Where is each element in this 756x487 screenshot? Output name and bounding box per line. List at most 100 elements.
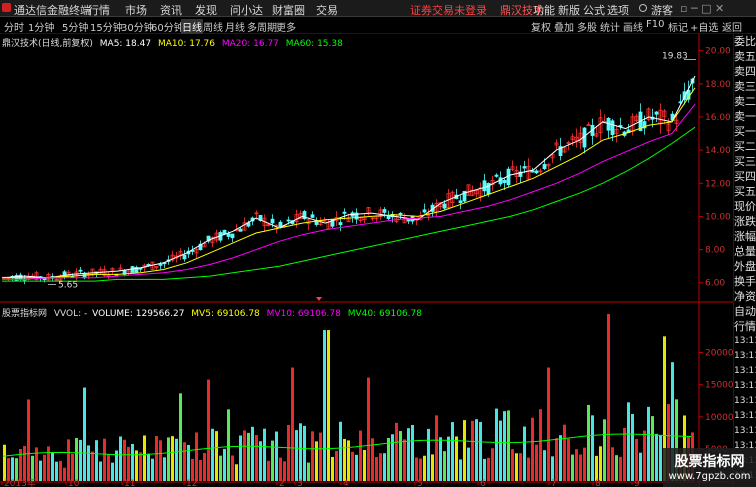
volume-bar [503,411,506,481]
volume-bar [563,424,566,481]
period-tab-day[interactable]: 日线 [181,19,203,34]
volume-bar [307,462,310,481]
menu-user[interactable]: 游客 [651,2,673,18]
quote-row-label: 卖三 [734,80,756,93]
quote-panel: 委比卖五卖四卖三卖二卖一买一买二买三买四买五现价涨跌涨幅总量外盘换手净资收益 [733,34,756,318]
volume-bar [191,458,194,481]
period-tab-more[interactable]: 更多 [276,19,296,34]
volume-bar [415,457,418,481]
volume-bar [175,438,178,481]
app-title[interactable]: 通达信金融终端 [14,2,91,18]
volume-bar [75,437,78,481]
chart-canvas[interactable]: 6.008.0010.0012.0014.0016.0018.0020.0050… [0,34,733,487]
volume-bar [59,460,62,481]
tool-multi[interactable]: 多股 [577,19,597,34]
volume-bar [159,440,162,481]
volume-bar [487,457,490,481]
volume-bar [527,457,530,481]
menu-trade[interactable]: 交易 [316,2,338,18]
volume-bar [547,367,550,481]
volume-bar [39,460,42,481]
volume-bar [279,457,282,481]
volume-bar [535,444,538,481]
tool-stats[interactable]: 统计 [600,19,620,34]
volume-tick-label: 10000 [705,413,733,423]
candle-body [226,233,231,237]
menu-options[interactable]: 选项 [607,2,629,18]
volume-bar [223,448,226,481]
quote-row-label: 卖一 [734,110,756,123]
period-tab-2[interactable]: 1分钟 [28,19,54,34]
period-tab-month[interactable]: 月线 [225,19,245,34]
candle-body [42,278,47,281]
quote-row-label: 买二 [734,140,756,153]
tool-adjust[interactable]: 复权 [531,19,551,34]
candle-body [610,120,615,135]
menu-community[interactable]: 财富圈 [272,2,305,18]
tool-favorite[interactable]: +自选 [690,19,718,34]
volume-bar [499,420,502,481]
menu-discover[interactable]: 发现 [195,2,217,18]
tick-row-label: 13:11 [734,426,756,436]
volume-bar [647,406,650,481]
candle-body [230,233,235,239]
price-tick-label: 14.00 [705,146,731,156]
quote-row-label: 买一 [734,125,756,138]
volume-bar [99,461,102,481]
volume-bar [423,455,426,481]
volume-bar [475,419,478,481]
volume-bar [151,458,154,481]
quote-row-label: 换手 [734,275,756,288]
tool-draw[interactable]: 画线 [623,19,643,34]
volume-bar [411,424,414,481]
user-icon[interactable] [639,4,647,12]
volume-bar [607,314,610,481]
price-tick-label: 20.00 [705,47,731,57]
candle-body [382,209,387,213]
volume-bar [627,402,630,481]
candle-body [270,218,275,224]
period-tab-3[interactable]: 5分钟 [62,19,88,34]
volume-bar [439,437,442,481]
menu-news[interactable]: 资讯 [160,2,182,18]
volume-bar [391,434,394,481]
tool-f10[interactable]: F10 [646,19,664,30]
candle-body [654,111,659,115]
period-tab-week[interactable]: 周线 [203,19,223,34]
candle-body [534,170,539,174]
menu-quotes[interactable]: 行情 [88,2,110,18]
price-tick-label: 12.00 [705,179,731,189]
period-tab-4[interactable]: 15分钟 [90,19,123,34]
volume-bar [231,455,234,481]
period-tab-5[interactable]: 30分钟 [121,19,154,34]
volume-bar [435,415,438,481]
menu-market[interactable]: 市场 [125,2,147,18]
date-tick-label: 9 [634,479,640,487]
period-tab-1[interactable]: 分时 [4,19,24,34]
volume-bar [243,430,246,481]
tool-back[interactable]: 返回 [722,19,742,34]
login-notice[interactable]: 证券交易未登录 [410,2,487,18]
volume-bar [179,393,182,481]
period-tab-6[interactable]: 60分钟 [151,19,184,34]
window-controls-icon[interactable]: ▫ ─ □ ✕ [680,2,724,15]
volume-bar [579,454,582,481]
tool-mark[interactable]: 标记 [668,19,688,34]
tool-overlay[interactable]: 叠加 [554,19,574,34]
volume-bar [71,453,74,481]
candle-body [182,254,187,260]
candle-body [506,168,511,186]
quote-row-label: 卖四 [734,65,756,78]
ma-line-ma60 [2,126,696,282]
menu-assistant[interactable]: 问小达 [230,2,263,18]
volume-bar [183,442,186,481]
volume-bar [619,456,622,481]
volume-bar [11,457,14,481]
volume-bar [491,448,494,481]
menu-function[interactable]: 功能 [533,2,555,18]
menu-new-version[interactable]: 新版 [558,2,580,18]
period-tab-multi[interactable]: 多周期 [247,19,277,34]
candle-body [482,180,487,192]
menu-formula[interactable]: 公式 [583,2,605,18]
volume-bar [631,414,634,481]
